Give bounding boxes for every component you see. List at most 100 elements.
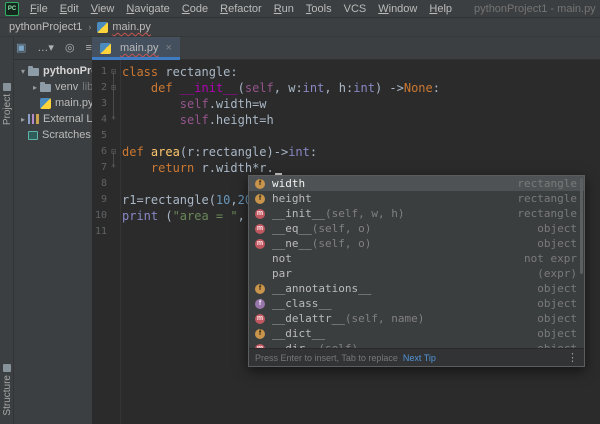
completion-row-class[interactable]: f__class__object — [249, 296, 584, 311]
tree-item-label: venv — [55, 81, 78, 93]
line-number: 8 — [92, 176, 107, 192]
breadcrumb-file[interactable]: main.py — [112, 21, 151, 33]
completion-label: __init__ — [272, 207, 325, 220]
next-tip-link[interactable]: Next Tip — [403, 353, 436, 363]
menu-vcs[interactable]: VCS — [338, 3, 373, 15]
tool-window-structure[interactable]: Structure — [0, 364, 14, 416]
menu-view[interactable]: View — [85, 3, 121, 15]
project-view-icon[interactable]: ▣ — [16, 37, 26, 59]
line-number: 3 — [92, 96, 107, 112]
autocomplete-footer: Press Enter to insert, Tab to replace Ne… — [249, 348, 584, 366]
completion-label: __dict__ — [272, 327, 325, 340]
chevron-collapsed-icon[interactable]: ▸ — [30, 83, 40, 92]
chevron-collapsed-icon[interactable]: ▸ — [18, 115, 28, 124]
footer-hint: Press Enter to insert, Tab to replace — [255, 353, 398, 363]
fold-marker-icon[interactable]: ⊟ — [108, 64, 119, 80]
field-icon: f — [255, 284, 265, 294]
completion-row-eq[interactable]: m__eq__(self, o)object — [249, 221, 584, 236]
completion-row-width[interactable]: fwidthrectangle — [249, 176, 584, 191]
folder-icon — [40, 84, 51, 92]
line-number: 11 — [92, 224, 107, 240]
more-options-icon[interactable]: …▾ — [37, 37, 54, 59]
menu-code[interactable]: Code — [176, 3, 214, 15]
breadcrumb-project[interactable]: pythonProject1 — [9, 21, 82, 33]
completion-signature: (self, w, h) — [325, 207, 404, 220]
line-number: 7 — [92, 160, 107, 176]
field-icon: f — [255, 179, 265, 189]
field-icon: f — [255, 329, 265, 339]
tree-item-label: pythonProject1 — [43, 65, 92, 77]
completion-signature: (self) — [318, 342, 358, 348]
tree-item-venv[interactable]: ▸venvlibrary root — [14, 79, 92, 95]
editor-tab-bar: main.py × — [92, 37, 600, 59]
popup-scrollbar[interactable] — [580, 178, 583, 274]
text-caret — [275, 161, 282, 175]
method-icon: m — [255, 224, 265, 234]
completion-row-dir[interactable]: m__dir__(self)object — [249, 341, 584, 348]
line-number: 10 — [92, 208, 107, 224]
code-text: self.height=h — [122, 112, 274, 128]
code-line-4[interactable]: 4^ self.height=h — [92, 112, 600, 128]
code-text: class rectangle: — [122, 64, 238, 80]
completion-row-delattr[interactable]: m__delattr__(self, name)object — [249, 311, 584, 326]
fold-marker-icon[interactable]: ^ — [108, 160, 119, 176]
tool-window-project[interactable]: Project — [0, 83, 14, 125]
tab-close-icon[interactable]: × — [166, 42, 172, 54]
project-stripe-label: Project — [2, 94, 13, 125]
completion-label: width — [272, 177, 305, 190]
code-line-3[interactable]: 3 self.width=w — [92, 96, 600, 112]
tree-item-external-libraries[interactable]: ▸ External Libraries — [14, 111, 92, 127]
menu-navigate[interactable]: Navigate — [120, 3, 175, 15]
code-text: self.width=w — [122, 96, 267, 112]
menu-tools[interactable]: Tools — [300, 3, 338, 15]
completion-row-not[interactable]: not not expr — [249, 251, 584, 266]
tree-item-label: Scratches and Consoles — [42, 129, 92, 141]
menu-bar: PC FileEditViewNavigateCodeRefactorRunTo… — [0, 0, 600, 18]
completion-row-annotations[interactable]: f__annotations__object — [249, 281, 584, 296]
kebab-menu-icon[interactable]: ⋮ — [567, 351, 578, 364]
method-icon: m — [255, 344, 265, 349]
code-line-7[interactable]: 7^ return r.width*r. — [92, 160, 600, 176]
line-number: 6 — [92, 144, 107, 160]
collapse-all-icon[interactable]: ≡ — [86, 37, 92, 59]
completion-label: height — [272, 192, 312, 205]
tree-item-label: External Libraries — [43, 113, 92, 125]
code-text: def __init__(self, w:int, h:int) ->None: — [122, 80, 440, 96]
python-file-icon — [97, 22, 108, 33]
completion-type: rectangle — [509, 207, 577, 220]
menu-help[interactable]: Help — [423, 3, 458, 15]
project-panel-toolbar: ▣ …▾ ◎ ≡ — [16, 37, 92, 59]
locate-file-icon[interactable]: ◎ — [65, 37, 75, 59]
chevron-expanded-icon[interactable]: ▾ — [18, 67, 28, 76]
tree-item-pythonproject1[interactable]: ▾ pythonProject1 — [14, 63, 92, 79]
menu-window[interactable]: Window — [372, 3, 423, 15]
menu-edit[interactable]: Edit — [54, 3, 85, 15]
tree-item-scratches-and-consoles[interactable]: Scratches and Consoles — [14, 127, 92, 143]
completion-row-init[interactable]: m__init__(self, w, h)rectangle — [249, 206, 584, 221]
code-line-6[interactable]: 6⊟def area(r:rectangle)->int: — [92, 144, 600, 160]
tab-main-py[interactable]: main.py × — [92, 37, 180, 59]
completion-row-ne[interactable]: m__ne__(self, o)object — [249, 236, 584, 251]
completion-label: not — [272, 252, 292, 265]
menu-refactor[interactable]: Refactor — [214, 3, 268, 15]
completion-row-par[interactable]: par(expr) — [249, 266, 584, 281]
completion-type: not expr — [516, 252, 577, 265]
fold-marker-icon[interactable]: ⊟ — [108, 80, 119, 96]
code-line-5[interactable]: 5 — [92, 128, 600, 144]
pycharm-window: PC FileEditViewNavigateCodeRefactorRunTo… — [0, 0, 600, 424]
completion-row-height[interactable]: fheightrectangle — [249, 191, 584, 206]
fold-marker-icon[interactable]: ⊟ — [108, 144, 119, 160]
tree-item-main-py[interactable]: main.py — [14, 95, 92, 111]
completion-label: __eq__ — [272, 222, 312, 235]
completion-type: object — [529, 297, 577, 310]
menu-file[interactable]: File — [24, 3, 54, 15]
method-icon: m — [255, 314, 265, 324]
tool-window-stripe: Project Structure — [0, 37, 14, 424]
fold-marker-icon[interactable]: ^ — [108, 112, 119, 128]
code-text: r1=rectangle(10,20) — [122, 192, 259, 208]
menu-run[interactable]: Run — [268, 3, 300, 15]
completion-row-dict[interactable]: f __dict__ object — [249, 326, 584, 341]
code-line-1[interactable]: 1⊟class rectangle: — [92, 64, 600, 80]
completion-type: object — [529, 327, 577, 340]
code-line-2[interactable]: 2⊟ def __init__(self, w:int, h:int) ->No… — [92, 80, 600, 96]
